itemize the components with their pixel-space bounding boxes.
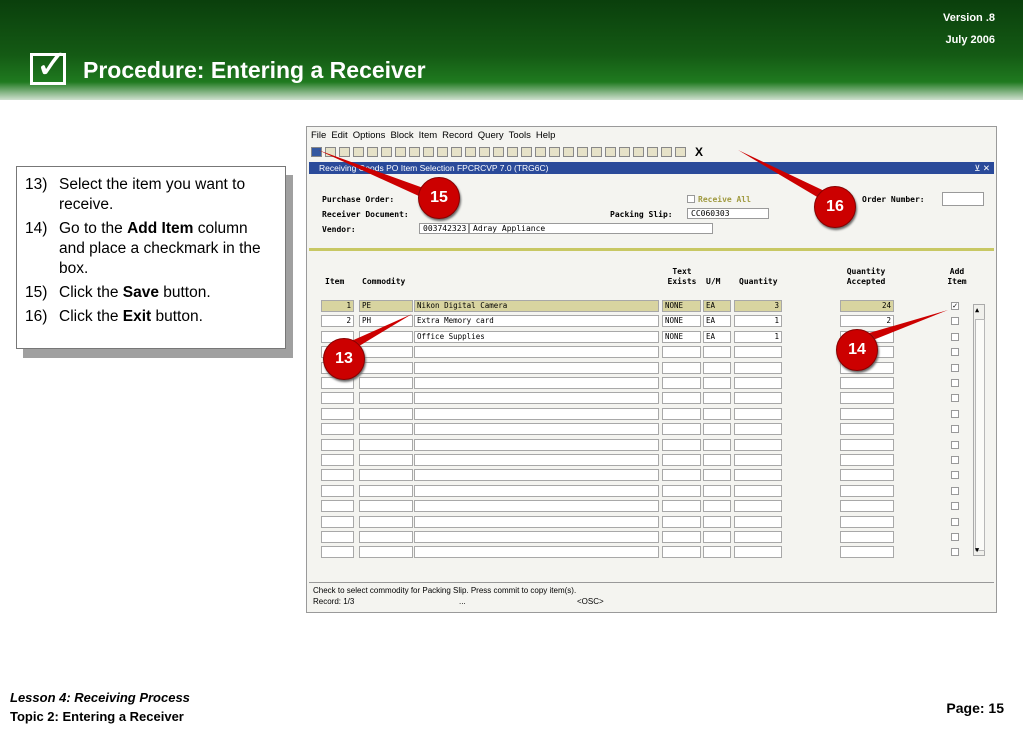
footer-topic: Topic 2: Entering a Receiver [10, 709, 184, 724]
footer-lesson: Lesson 4: Receiving Process [10, 690, 190, 705]
callout-13: 13 [323, 338, 365, 380]
page-number: Page: 15 [946, 700, 1004, 716]
callout-15: 15 [418, 177, 460, 219]
callout-14: 14 [836, 329, 878, 371]
callout-16: 16 [814, 186, 856, 228]
